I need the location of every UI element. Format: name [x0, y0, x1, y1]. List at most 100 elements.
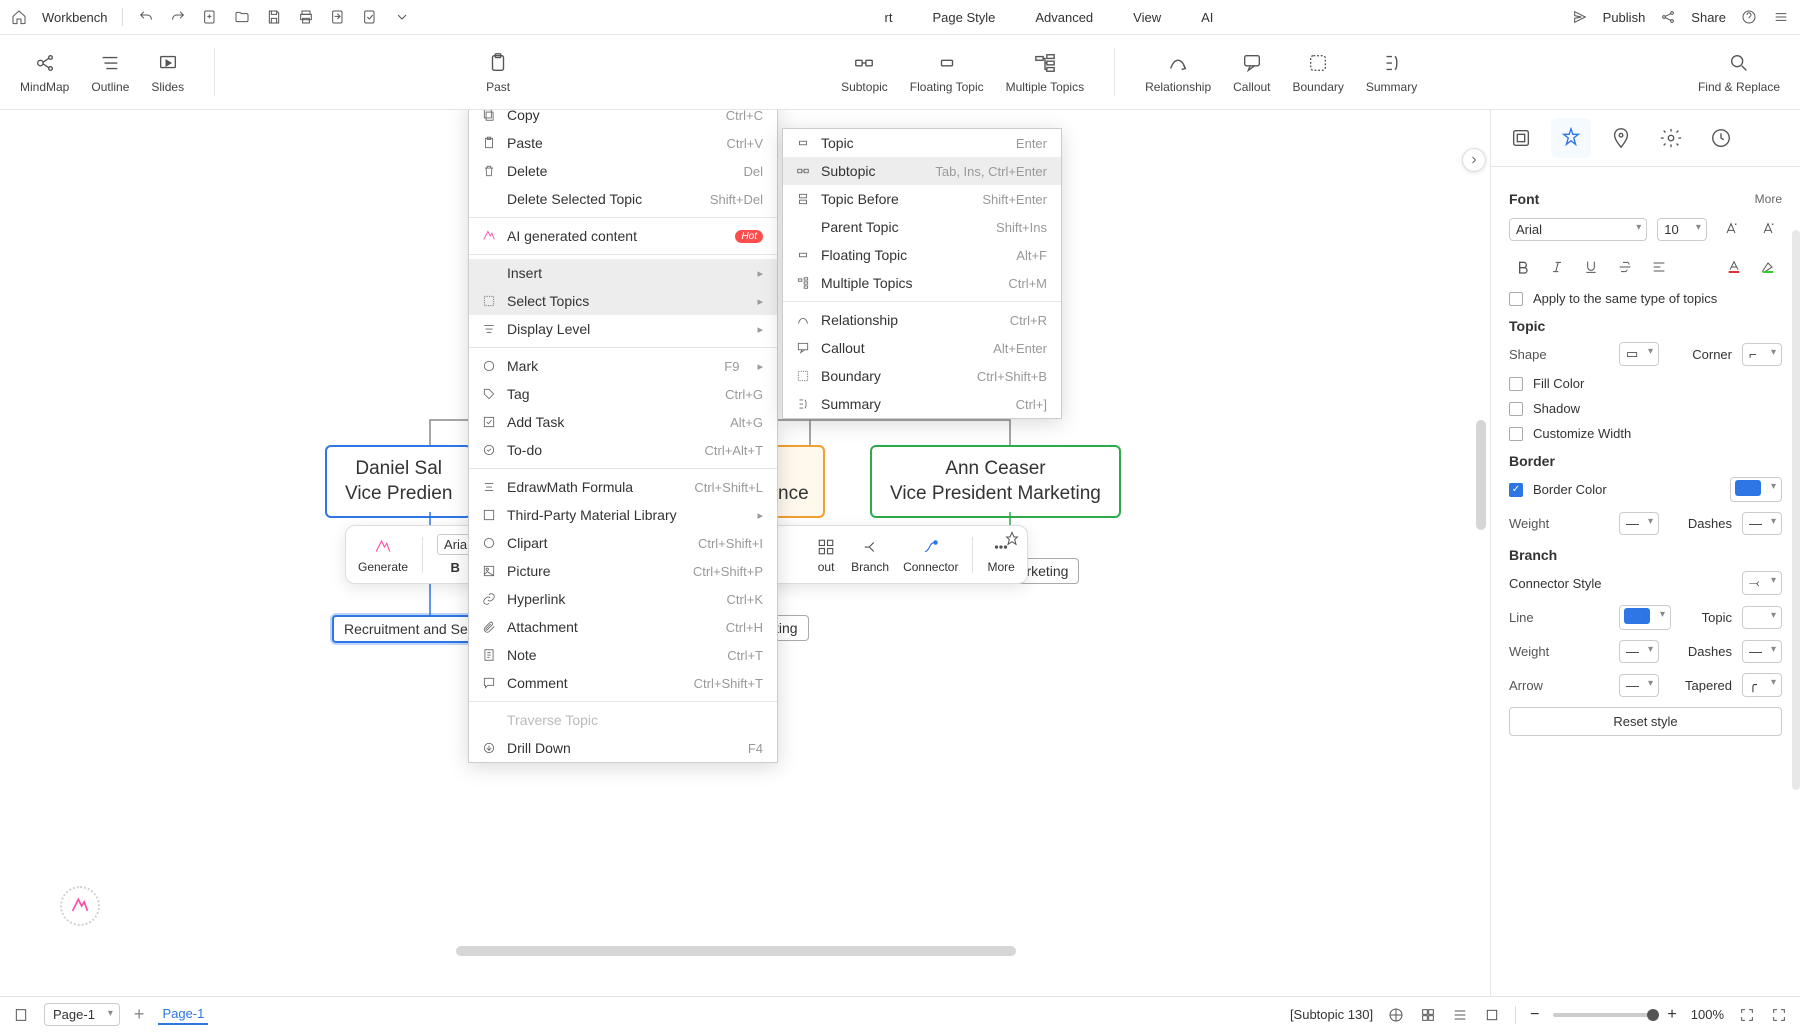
panel-vscroll[interactable] — [1792, 230, 1800, 790]
add-page-button[interactable]: + — [134, 1004, 145, 1025]
home-icon[interactable] — [10, 8, 28, 26]
sub-topic-before[interactable]: Topic BeforeShift+Enter — [783, 185, 1061, 213]
border-dashes-select[interactable]: — — [1742, 512, 1782, 535]
bold-button[interactable]: B — [451, 560, 460, 575]
zoom-out-button[interactable]: − — [1530, 1006, 1539, 1024]
sub-topic[interactable]: TopicEnter — [783, 129, 1061, 157]
slides-view-button[interactable]: Slides — [151, 50, 184, 94]
topic-ann[interactable]: Ann Ceaser Vice President Marketing — [870, 445, 1121, 518]
share-label[interactable]: Share — [1691, 10, 1726, 25]
ctx-display-level[interactable]: Display Level▸ — [469, 315, 777, 343]
ctx-select-topics[interactable]: Select Topics▸ — [469, 287, 777, 315]
subtopic-recruitment[interactable]: Recruitment and Se — [332, 615, 480, 643]
export-icon[interactable] — [329, 8, 347, 26]
tab-map[interactable] — [1601, 118, 1641, 158]
boundary-button[interactable]: Boundary — [1293, 50, 1344, 94]
ctx-ai-content[interactable]: AI generated contentHot — [469, 222, 777, 250]
branch-topic-select[interactable] — [1742, 606, 1782, 629]
sub-floating[interactable]: Floating TopicAlt+F — [783, 241, 1061, 269]
more-dropdown-icon[interactable] — [393, 8, 411, 26]
zoom-in-button[interactable]: + — [1667, 1006, 1676, 1024]
canvas-hscroll[interactable] — [456, 946, 1016, 956]
panel-collapse-button[interactable] — [1462, 148, 1486, 172]
align-button[interactable] — [1645, 253, 1673, 281]
canvas-area[interactable]: Daniel Sal Vice Predien nce Ann Ceaser V… — [0, 110, 1490, 996]
relationship-button[interactable]: Relationship — [1145, 50, 1211, 94]
underline-button[interactable] — [1577, 253, 1605, 281]
border-color-checkbox[interactable] — [1509, 483, 1523, 497]
bold-button[interactable] — [1509, 253, 1537, 281]
ctx-comment[interactable]: CommentCtrl+Shift+T — [469, 669, 777, 697]
open-icon[interactable] — [233, 8, 251, 26]
border-weight-select[interactable]: — — [1619, 512, 1659, 535]
nav-icon[interactable] — [1387, 1006, 1405, 1024]
ctx-attachment[interactable]: AttachmentCtrl+H — [469, 613, 777, 641]
ctx-todo[interactable]: To-doCtrl+Alt+T — [469, 436, 777, 464]
ctx-drill-down[interactable]: Drill DownF4 — [469, 734, 777, 762]
sub-parent-topic[interactable]: Parent TopicShift+Ins — [783, 213, 1061, 241]
custom-width-checkbox[interactable] — [1509, 427, 1523, 441]
ctx-add-task[interactable]: Add TaskAlt+G — [469, 408, 777, 436]
sub-boundary[interactable]: BoundaryCtrl+Shift+B — [783, 362, 1061, 390]
sub-callout[interactable]: CalloutAlt+Enter — [783, 334, 1061, 362]
connector-button[interactable]: Connector — [903, 536, 958, 574]
redo-icon[interactable] — [169, 8, 187, 26]
ctx-delete[interactable]: DeleteDel — [469, 157, 777, 185]
menu-item-view[interactable]: View — [1133, 10, 1161, 25]
menu-item-page-style[interactable]: Page Style — [932, 10, 995, 25]
highlight-button[interactable] — [1754, 253, 1782, 281]
font-decrease-button[interactable] — [1754, 215, 1782, 243]
fullscreen-icon[interactable] — [1770, 1006, 1788, 1024]
ctx-third-party[interactable]: Third-Party Material Library▸ — [469, 501, 777, 529]
tab-history[interactable] — [1701, 118, 1741, 158]
font-size-select[interactable]: 10 — [1657, 218, 1707, 241]
border-color-select[interactable] — [1730, 477, 1782, 502]
floating-topic-button[interactable]: Floating Topic — [910, 50, 984, 94]
hamburger-icon[interactable] — [1772, 8, 1790, 26]
new-file-icon[interactable] — [201, 8, 219, 26]
tapered-select[interactable]: ╭ — [1742, 673, 1782, 697]
subtopic-button[interactable]: Subtopic — [841, 50, 888, 94]
shadow-checkbox[interactable] — [1509, 402, 1523, 416]
ctx-copy[interactable]: CopyCtrl+C — [469, 110, 777, 129]
reset-style-button[interactable]: Reset style — [1509, 707, 1782, 736]
ctx-edrawmath[interactable]: EdrawMath FormulaCtrl+Shift+L — [469, 473, 777, 501]
grid-icon[interactable] — [1419, 1006, 1437, 1024]
tab-settings[interactable] — [1651, 118, 1691, 158]
arrow-select[interactable]: — — [1619, 674, 1659, 697]
ai-generate-button[interactable]: Generate — [358, 536, 408, 574]
ctx-delete-selected[interactable]: Delete Selected TopicShift+Del — [469, 185, 777, 213]
paste-button[interactable]: Past — [485, 50, 511, 94]
sub-multiple[interactable]: Multiple TopicsCtrl+M — [783, 269, 1061, 297]
sub-relationship[interactable]: RelationshipCtrl+R — [783, 306, 1061, 334]
focus-icon[interactable] — [1483, 1006, 1501, 1024]
ai-assistant-bubble[interactable] — [60, 886, 100, 926]
summary-button[interactable]: Summary — [1366, 50, 1417, 94]
save-icon[interactable] — [265, 8, 283, 26]
italic-button[interactable] — [1543, 253, 1571, 281]
mindmap-view-button[interactable]: MindMap — [20, 50, 69, 94]
sub-summary[interactable]: SummaryCtrl+] — [783, 390, 1061, 418]
print-icon[interactable] — [297, 8, 315, 26]
undo-icon[interactable] — [137, 8, 155, 26]
corner-select[interactable]: ⌐ — [1742, 343, 1782, 366]
branch-weight-select[interactable]: — — [1619, 640, 1659, 663]
tab-layout[interactable] — [1501, 118, 1541, 158]
page-select[interactable]: Page-1 — [44, 1003, 120, 1026]
canvas-vscroll[interactable] — [1476, 420, 1486, 530]
ctx-paste[interactable]: PasteCtrl+V — [469, 129, 777, 157]
ctx-insert[interactable]: Insert▸ — [469, 259, 777, 287]
callout-button[interactable]: Callout — [1233, 50, 1270, 94]
font-family-select[interactable]: Arial — [1509, 218, 1647, 241]
fit-icon[interactable] — [1738, 1006, 1756, 1024]
line-color-select[interactable] — [1619, 605, 1671, 630]
pages-icon[interactable] — [12, 1006, 30, 1024]
find-replace-button[interactable]: Find & Replace — [1698, 50, 1780, 94]
font-more-link[interactable]: More — [1755, 192, 1782, 206]
help-icon[interactable] — [1740, 8, 1758, 26]
ctx-note[interactable]: NoteCtrl+T — [469, 641, 777, 669]
zoom-slider[interactable] — [1553, 1013, 1653, 1017]
layout-button[interactable]: out — [815, 536, 837, 574]
font-increase-button[interactable] — [1717, 215, 1745, 243]
publish-label[interactable]: Publish — [1603, 10, 1646, 25]
